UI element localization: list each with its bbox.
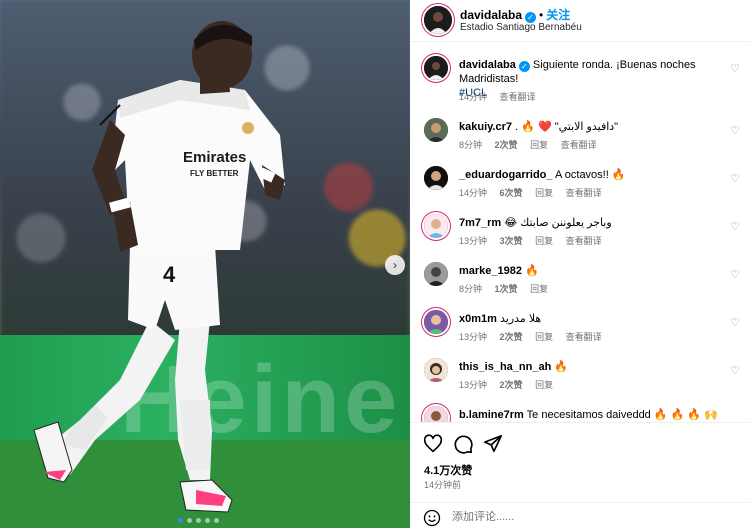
heart-icon[interactable] — [422, 433, 444, 455]
jersey-sponsor: Emirates — [183, 149, 246, 166]
comment-text: 😂 وباجر يعلوننن صابتك — [504, 217, 612, 229]
reply-button[interactable]: 回复 — [535, 236, 553, 246]
translate-link[interactable]: 查看翻译 — [566, 332, 602, 342]
reply-button[interactable]: 回复 — [535, 332, 553, 342]
comment-text: 🔥 — [554, 361, 569, 373]
comment-username[interactable]: b.lamine7rm — [459, 409, 524, 421]
next-image-button[interactable]: › — [385, 255, 405, 275]
chevron-right-icon: › — [393, 258, 397, 272]
comment-time: 14分钟 — [459, 188, 488, 198]
author-line: davidalaba ✓ • 关注 — [460, 8, 571, 23]
location-link[interactable]: Estadio Santiago Bernabéu — [460, 22, 582, 33]
reply-button[interactable]: 回复 — [530, 140, 548, 150]
post-time: 14分钟前 — [424, 480, 462, 490]
heart-outline-icon[interactable]: ♡ — [730, 364, 740, 377]
heart-outline-icon[interactable]: ♡ — [730, 172, 740, 185]
emoji-icon[interactable] — [422, 508, 442, 528]
comment-text: هلا مدريد — [499, 313, 542, 325]
post-side-panel: davidalaba ✓ • 关注 Estadio Santiago Bernabéu… — [410, 0, 750, 528]
caption-time: 14分钟 — [459, 92, 488, 102]
verified-badge-icon: ✓ — [518, 61, 530, 72]
comment-likes[interactable]: 1次赞 — [495, 284, 518, 294]
reply-button[interactable]: 回复 — [535, 188, 553, 198]
comment-username[interactable]: marke_1982 — [459, 265, 522, 277]
caption-avatar[interactable] — [424, 56, 448, 80]
like-count[interactable]: 4.1万次赞 — [424, 462, 472, 478]
heart-outline-icon[interactable]: ♡ — [730, 316, 740, 329]
heart-outline-icon[interactable]: ♡ — [730, 268, 740, 281]
comment-time: 13分钟 — [459, 380, 488, 390]
follow-button[interactable]: 关注 — [546, 8, 570, 22]
post-media[interactable]: Heine 4 Emirates FLY BETTER › — [0, 0, 410, 528]
comment-time: 8分钟 — [459, 140, 483, 150]
translate-link[interactable]: 查看翻译 — [566, 236, 602, 246]
carousel-dot — [196, 518, 201, 523]
comment-username[interactable]: x0m1m — [459, 313, 497, 325]
player-image: 4 Emirates FLY BETTER — [33, 21, 285, 513]
author-username[interactable]: davidalaba — [460, 8, 522, 22]
comment-avatar[interactable] — [424, 262, 448, 286]
translate-link[interactable]: 查看翻译 — [566, 188, 602, 198]
carousel-indicator — [178, 518, 219, 523]
comment-avatar[interactable] — [424, 118, 448, 142]
comment-text: 🔥 — [525, 265, 539, 277]
comment-avatar[interactable] — [424, 406, 448, 422]
comment-avatar[interactable] — [424, 310, 448, 334]
reply-button[interactable]: 回复 — [535, 380, 553, 390]
comment-avatar[interactable] — [424, 358, 448, 382]
svg-text:FLY BETTER: FLY BETTER — [190, 169, 239, 178]
comment-text: . 🔥 ❤️ "دافيدو الابتي" — [515, 121, 619, 133]
comment-text: Te necesitamos daiveddd 🔥 🔥 🔥 🙌 — [526, 409, 718, 421]
comment-composer — [410, 502, 750, 528]
comment-username[interactable]: kakuiy.cr7 — [459, 121, 512, 133]
carousel-dot-active — [178, 518, 183, 523]
comment-username[interactable]: this_is_ha_nn_ah — [459, 361, 551, 373]
heart-outline-icon[interactable]: ♡ — [730, 124, 740, 137]
comment-time: 8分钟 — [459, 284, 483, 294]
translate-link[interactable]: 查看翻译 — [500, 92, 536, 102]
comment-likes[interactable]: 6次赞 — [500, 188, 523, 198]
comment-likes[interactable]: 2次赞 — [500, 332, 523, 342]
comment-avatar[interactable] — [424, 166, 448, 190]
shorts-number: 4 — [163, 262, 176, 287]
comment-likes[interactable]: 3次赞 — [500, 236, 523, 246]
reply-button[interactable]: 回复 — [530, 284, 548, 294]
comment-time: 13分钟 — [459, 236, 488, 246]
carousel-dot — [214, 518, 219, 523]
carousel-dot — [187, 518, 192, 523]
comments-list[interactable]: davidalaba ✓ Siguiente ronda. ¡Buenas noc… — [410, 42, 750, 422]
post-header: davidalaba ✓ • 关注 Estadio Santiago Bernabéu — [410, 0, 750, 42]
carousel-dot — [205, 518, 210, 523]
post-actions — [410, 422, 750, 462]
comment-username[interactable]: _eduardogarrido_ — [459, 169, 553, 181]
comment-avatar[interactable] — [424, 214, 448, 238]
comment-icon[interactable] — [452, 433, 474, 455]
comment-input[interactable] — [452, 508, 702, 526]
share-icon[interactable] — [482, 433, 504, 455]
comment-time: 13分钟 — [459, 332, 488, 342]
heart-outline-icon[interactable]: ♡ — [730, 220, 740, 233]
translate-link[interactable]: 查看翻译 — [561, 140, 597, 150]
heart-outline-icon[interactable]: ♡ — [730, 62, 740, 75]
caption-username[interactable]: davidalaba — [459, 59, 516, 71]
comment-text: A octavos!! 🔥 — [554, 169, 626, 181]
comment-likes[interactable]: 2次赞 — [500, 380, 523, 390]
comment-username[interactable]: 7m7_rm — [459, 217, 501, 229]
comment-likes[interactable]: 2次赞 — [495, 140, 518, 150]
author-avatar[interactable] — [424, 6, 452, 34]
